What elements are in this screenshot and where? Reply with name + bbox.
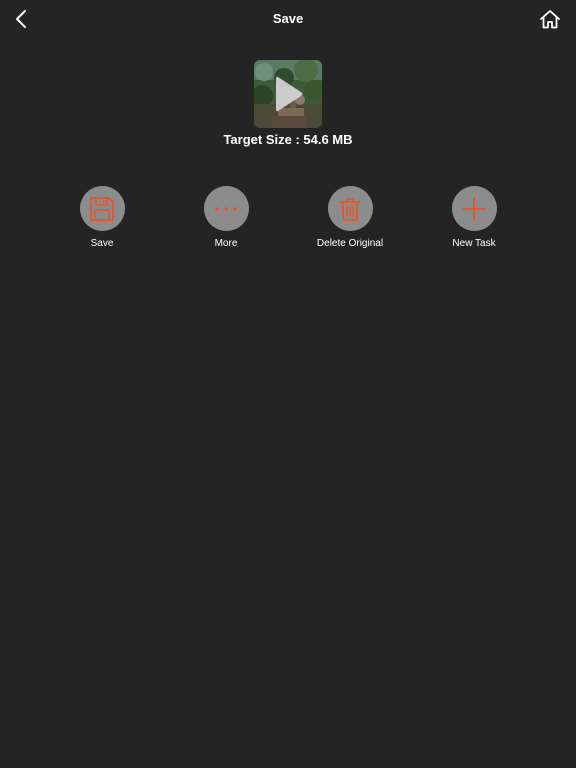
save-action-label: Save	[90, 238, 114, 249]
delete-original-action-circle[interactable]	[327, 186, 373, 231]
more-action-button[interactable]: More	[176, 186, 276, 249]
more-action-label: More	[214, 238, 238, 249]
page-title: Save	[272, 11, 304, 26]
save-action-button[interactable]: Save	[52, 186, 152, 249]
navigation-bar: Save	[0, 0, 576, 40]
trash-icon	[339, 197, 361, 221]
floppy-disk-icon	[90, 196, 114, 221]
new-task-action-button[interactable]: New Task	[424, 186, 524, 249]
plus-icon	[462, 196, 486, 221]
home-icon	[540, 10, 560, 29]
video-thumbnail[interactable]	[254, 60, 322, 128]
new-task-action-circle[interactable]	[451, 186, 497, 231]
target-size-label: Target Size : 54.6 MB	[223, 132, 353, 147]
new-task-action-label: New Task	[452, 238, 496, 249]
save-action-circle[interactable]	[79, 186, 125, 231]
more-action-circle[interactable]	[203, 186, 249, 231]
action-buttons: Save More Delete Original New Task	[0, 186, 576, 256]
save-screen: Save Target Size : 54.6 MB Save More Del…	[0, 0, 576, 768]
ellipsis-icon	[215, 206, 237, 211]
delete-original-action-label: Delete Original	[316, 238, 384, 249]
play-icon	[276, 76, 303, 112]
home-button[interactable]	[538, 7, 562, 31]
delete-original-action-button[interactable]: Delete Original	[300, 186, 400, 249]
